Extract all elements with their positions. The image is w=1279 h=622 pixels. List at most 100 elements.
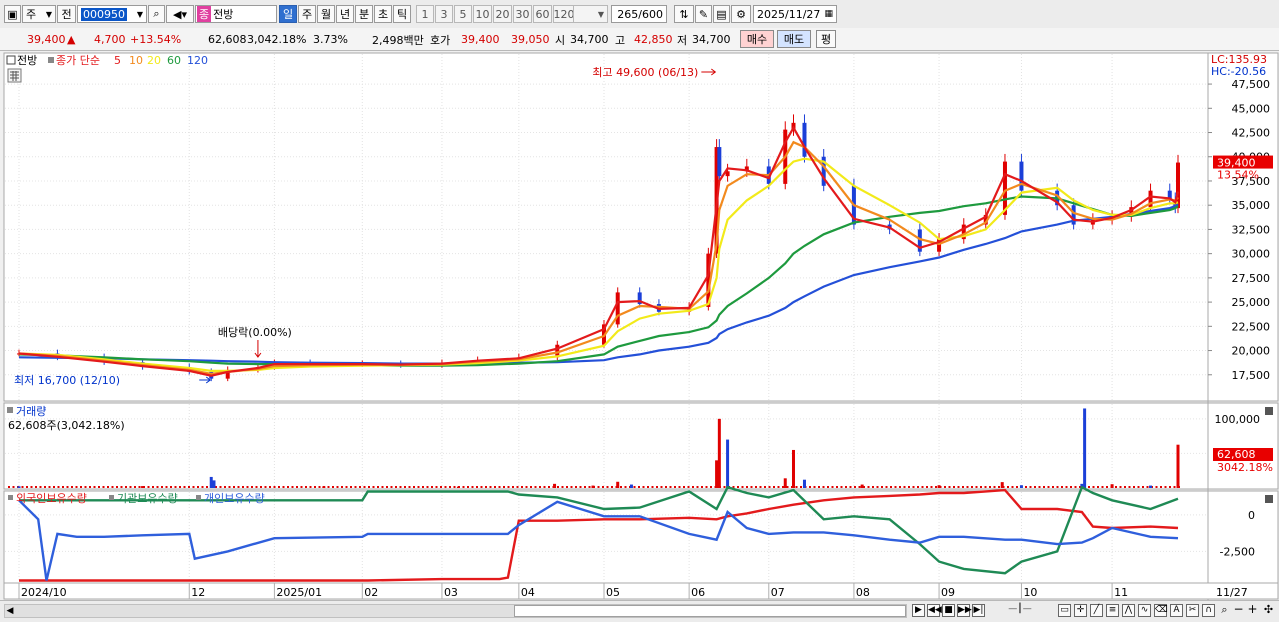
zoom-out-icon[interactable]: − [1232, 603, 1245, 617]
volume-base-bar [188, 486, 190, 488]
zoom-icon[interactable]: ⌕ [1218, 604, 1231, 617]
stock-chart[interactable]: 2024/10 12 2025/01 02 03 04 05 06 07 08 09 10 11 11/2… [0, 51, 1279, 600]
volume-base-bar [786, 486, 789, 488]
volume-base-bar [467, 486, 469, 488]
chart-tools-icon[interactable]: ⇅ [674, 5, 694, 23]
volume-base-bar [665, 486, 667, 488]
stock-badge: 종 [197, 6, 212, 22]
search-icon[interactable]: ⌕ [148, 5, 165, 23]
volume-base-bar [1164, 486, 1167, 488]
volume-base-bar [260, 486, 262, 488]
magnet-icon[interactable]: ∩ [1202, 604, 1215, 617]
draw-icon[interactable]: ✎ [695, 5, 712, 23]
date-input[interactable]: 2025/11/27 ▦ [753, 5, 837, 23]
minute-option-10[interactable]: 10 [473, 5, 492, 23]
volume-base-bar [345, 486, 348, 488]
end-icon[interactable]: ▶| [972, 604, 985, 617]
line-tool-icon[interactable]: ╱ [1090, 604, 1103, 617]
crosshair-cursor-icon[interactable]: ✣ [1262, 604, 1275, 617]
minute-option-5[interactable]: 5 [454, 5, 472, 23]
market-select[interactable]: 주 ▼ [22, 5, 56, 23]
crosshair-icon[interactable]: ✛ [1074, 604, 1087, 617]
rewind-icon[interactable]: ◀◀ [927, 604, 942, 617]
scrollbar-thumb[interactable] [514, 605, 906, 617]
text-tool-icon[interactable]: A [1170, 604, 1183, 617]
volume-base-bar [30, 486, 33, 488]
minute-option-120[interactable]: 120 [553, 5, 575, 23]
period-tab-0[interactable]: 일 [279, 5, 297, 23]
save-icon[interactable]: ▤ [713, 5, 730, 23]
volume-base-bar [966, 486, 969, 488]
chart-type-icon[interactable]: ▭ [1058, 604, 1071, 617]
volume-base-bar [1029, 486, 1032, 488]
sell-button[interactable]: 매도 [777, 30, 811, 48]
x-tick-label: 03 [444, 586, 458, 599]
minute-option-30[interactable]: 30 [513, 5, 532, 23]
stock-code-input[interactable]: 000950 ▼ [77, 5, 147, 23]
volume-base-bar [386, 486, 388, 488]
price-y-tick-label: 42,500 [1232, 127, 1271, 140]
eval-button[interactable]: 평 [816, 30, 836, 48]
gear-icon[interactable]: ⚙ [731, 5, 751, 23]
volume-bar [1019, 485, 1023, 488]
panel-toggle-icon[interactable] [6, 55, 16, 65]
stock-name-field[interactable]: 종 전방 [195, 5, 277, 23]
forward-icon[interactable]: ▶▶ [957, 604, 972, 617]
trend-tool-icon[interactable]: ⋀ [1122, 604, 1135, 617]
cut-tool-icon[interactable]: ✂ [1186, 604, 1199, 617]
period-tab-3[interactable]: 년 [336, 5, 354, 23]
fib-tool-icon[interactable]: ≡ [1106, 604, 1119, 617]
count-input[interactable]: 265/600 [611, 5, 667, 23]
price-legend-item: 120 [187, 54, 208, 67]
minute-option-3[interactable]: 3 [435, 5, 453, 23]
chevron-down-icon[interactable]: ▼ [137, 10, 143, 19]
volume-base-bar [471, 486, 474, 488]
volume-base-bar [449, 486, 451, 488]
minute-option-1[interactable]: 1 [416, 5, 434, 23]
minute-option-20[interactable]: 20 [493, 5, 512, 23]
volume-base-bar [444, 486, 447, 488]
volume-base-bar [309, 486, 312, 488]
stop-icon[interactable]: ■ [942, 604, 955, 617]
volume-base-bar [755, 486, 757, 488]
legend-marker-icon [196, 495, 201, 500]
close-panel-icon[interactable] [1265, 495, 1273, 503]
volume-base-bar [975, 486, 978, 488]
minute-custom-select[interactable]: ▼ [573, 5, 608, 23]
volume-base-bar [350, 486, 352, 488]
volume-base-bar [1128, 486, 1131, 488]
zoom-slider[interactable]: —┃— [990, 604, 1050, 617]
volume-base-bar [372, 486, 375, 488]
x-tick-label: 05 [606, 586, 620, 599]
close-panel-icon[interactable] [1265, 407, 1273, 415]
volume-base-bar [305, 486, 307, 488]
speaker-icon[interactable]: ◀▾ [166, 5, 194, 23]
play-icon[interactable]: ▶ [912, 604, 925, 617]
period-tab-1[interactable]: 주 [298, 5, 316, 23]
volume-base-bar [908, 486, 910, 488]
volume-base-bar [620, 486, 622, 488]
erase-tool-icon[interactable]: ⌫ [1154, 604, 1168, 617]
window-icon[interactable]: ▣ [4, 5, 21, 23]
volume-panel-title: 거래량 [16, 405, 46, 418]
quote-bar: 39,400 ▲ 4,700 +13.54% 62,608 3,042.18% … [0, 28, 1279, 51]
period-tab-6[interactable]: 틱 [393, 5, 411, 23]
zoom-in-icon[interactable]: + [1246, 603, 1259, 617]
minute-option-60[interactable]: 60 [533, 5, 552, 23]
period-tab-5[interactable]: 초 [374, 5, 392, 23]
period-tab-2[interactable]: 월 [317, 5, 335, 23]
volume-base-bar [390, 486, 393, 488]
volume-base-bar [543, 486, 546, 488]
period-tab-4[interactable]: 분 [355, 5, 373, 23]
volume-bar [17, 486, 21, 488]
volume-base-bar [480, 486, 483, 488]
x-tick-label-last: 11/27 [1216, 586, 1248, 599]
volume-base-bar [224, 486, 226, 488]
scroll-left-arrow[interactable]: ◀ [4, 604, 16, 618]
low-label: 저 [677, 33, 688, 47]
buy-button[interactable]: 매수 [740, 30, 774, 48]
calendar-icon[interactable]: ▦ [824, 9, 833, 19]
volume-base-bar [125, 486, 127, 488]
wave-tool-icon[interactable]: ∿ [1138, 604, 1151, 617]
all-tab[interactable]: 전 [57, 5, 76, 23]
